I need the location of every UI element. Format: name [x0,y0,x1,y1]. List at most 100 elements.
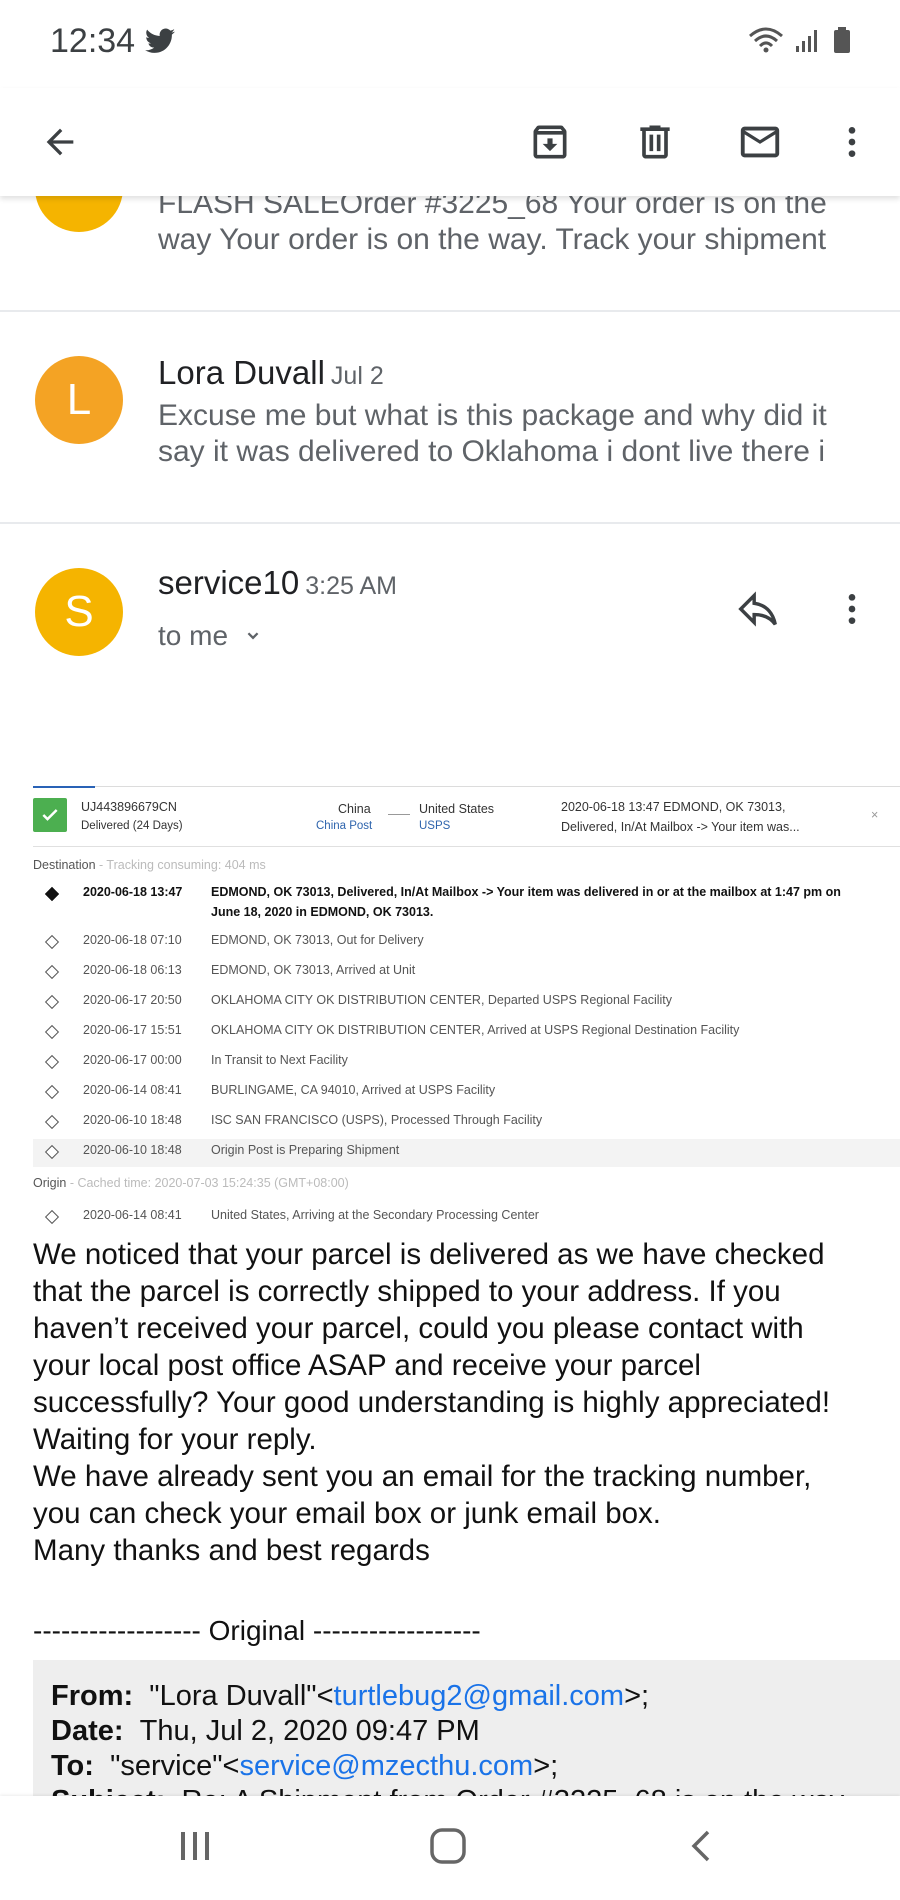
latest-event: Delivered, In/At Mailbox -> Your item wa… [561,820,800,834]
event-time: 2020-06-14 08:41 [83,1083,182,1097]
body-line: you can check your email box or junk ema… [33,1497,661,1530]
event-text: EDMOND, OK 73013, Arrived at Unit [211,963,416,977]
body-line: haven’t received your parcel, could you … [33,1312,804,1345]
home-icon[interactable] [428,1826,468,1871]
from-email-link[interactable]: turtlebug2@gmail.com [334,1680,625,1712]
event-time: 2020-06-10 18:48 [83,1143,182,1157]
event-text: EDMOND, OK 73013, Out for Delivery [211,933,424,947]
signal-icon [794,26,822,59]
snippet-line: Excuse me but what is this package and w… [158,399,827,432]
message-snippet[interactable]: FLASH SALEOrder #3225_68 Your order is o… [158,196,858,258]
reply-icon[interactable] [735,586,785,636]
to-label: To: [51,1750,94,1782]
recipient-label: to me [158,620,229,651]
back-icon[interactable] [682,1826,722,1871]
quoted-header: From: "Lora Duvall"<turtlebug2@gmail.com… [33,1660,900,1796]
event-time: 2020-06-10 18:48 [83,1113,182,1127]
wifi-icon [748,26,784,59]
event-time: 2020-06-18 07:10 [83,933,182,947]
event-marker-icon [44,994,60,1010]
avatar[interactable]: S [35,568,123,656]
quoted-subject: Subject: Re: A Shipment from Order #3225… [51,1785,844,1796]
more-vert-icon[interactable] [822,112,882,172]
avatar[interactable]: L [35,356,123,444]
tracking-event: 2020-06-18 06:13 EDMOND, OK 73013, Arrive… [33,959,900,987]
body-line: your local post office ASAP and receive … [33,1349,701,1382]
destination-carrier: USPS [419,820,451,832]
destination-note: - Tracking consuming: 404 ms [95,858,266,872]
date-value: Thu, Jul 2, 2020 09:47 PM [139,1715,480,1747]
event-marker-icon [44,964,60,980]
tab-indicator [33,786,95,788]
event-time: 2020-06-17 20:50 [83,993,182,1007]
tracking-event: 2020-06-10 18:48 ISC SAN FRANCISCO (USPS)… [33,1109,900,1137]
back-arrow-icon[interactable] [30,112,90,172]
sender-name[interactable]: Lora Duvall Jul 2 [158,354,384,392]
event-text: Origin Post is Preparing Shipment [211,1143,400,1157]
email-body: We noticed that your parcel is delivered… [33,1236,893,1569]
event-time: 2020-06-18 13:47 [83,885,183,899]
origin-header: Origin - Cached time: 2020-07-03 15:24:3… [33,1176,349,1190]
event-text: ISC SAN FRANCISCO (USPS), Processed Thro… [211,1113,543,1127]
route-arrow-icon [388,814,410,815]
divider [0,310,900,312]
archive-icon[interactable] [520,112,580,172]
quoted-from: From: "Lora Duvall"<turtlebug2@gmail.com… [51,1680,649,1713]
origin-note: - Cached time: 2020-07-03 15:24:35 (GMT+… [66,1176,349,1190]
event-text: OKLAHOMA CITY OK DISTRIBUTION CENTER, De… [211,993,673,1007]
sender-label: Lora Duvall [158,354,325,391]
original-divider: ------------------ Original ------------… [33,1615,481,1646]
origin-label: Origin [33,1176,67,1190]
tracking-event: 2020-06-18 13:47 EDMOND, OK 73013, Deliv… [33,881,900,929]
body-line: We have already sent you an email for th… [33,1460,812,1493]
event-marker-icon [44,1114,60,1130]
status-bar: 12:34 [0,0,900,88]
destination-label: Destination [33,858,96,872]
event-text: BURLINGAME, CA 94010, Arrived at USPS Fa… [211,1083,496,1097]
tracking-event: 2020-06-17 20:50 OKLAHOMA CITY OK DISTRIB… [33,989,900,1017]
message-snippet[interactable]: Excuse me but what is this package and w… [158,398,858,470]
delete-icon[interactable] [625,112,685,172]
origin-carrier: China Post [316,820,373,832]
sender-name[interactable]: service10 3:25 AM [158,564,397,602]
check-icon [33,798,67,832]
message-more-icon[interactable] [832,586,872,636]
twitter-icon [145,28,175,59]
subject-label: Subject: [51,1785,165,1796]
to-name: "service"< [110,1750,240,1782]
divider [0,522,900,524]
from-label: From: [51,1680,134,1712]
event-text: EDMOND, OK 73013, Delivered, In/At Mailb… [211,885,841,899]
message-date: Jul 2 [330,362,384,390]
event-time: 2020-06-17 15:51 [83,1023,182,1037]
tracking-number: UJ443896679CN [81,800,177,814]
tab-line [33,786,900,787]
quoted-date: Date: Thu, Jul 2, 2020 09:47 PM [51,1715,480,1748]
close-icon: × [871,808,879,822]
tracking-event: 2020-06-17 15:51 OKLAHOMA CITY OK DISTRIB… [33,1019,900,1047]
event-marker-icon [44,1054,60,1070]
mail-icon[interactable] [730,112,790,172]
tracking-event: 2020-06-10 18:48 Origin Post is Preparing… [33,1139,900,1167]
body-line: We noticed that your parcel is delivered… [33,1238,825,1271]
recent-apps-icon[interactable] [175,1826,215,1871]
event-marker-icon [44,886,60,902]
system-nav-bar [0,1796,900,1900]
recipient-toggle[interactable]: to me [158,620,264,654]
event-marker-icon [44,934,60,950]
event-text: United States, Arriving at the Secondary… [211,1208,539,1222]
to-end: >; [533,1750,559,1782]
to-email-link[interactable]: service@mzecthu.com [239,1750,533,1782]
battery-icon [832,26,852,59]
origin-country: China [338,802,371,816]
quoted-to: To: "service"<service@mzecthu.com>; [51,1750,558,1783]
event-marker-icon [44,1144,60,1160]
body-line: successfully? Your good understanding is… [33,1386,831,1419]
destination-header: Destination - Tracking consuming: 404 ms [33,858,266,872]
divider [33,846,900,847]
event-marker-icon [44,1084,60,1100]
status-time: 12:34 [50,22,136,60]
from-name: "Lora Duvall"< [149,1680,334,1712]
snippet-line: way Your order is on the way. Track your… [158,223,827,256]
snippet-line: FLASH SALEOrder #3225_68 Your order is o… [158,196,827,220]
